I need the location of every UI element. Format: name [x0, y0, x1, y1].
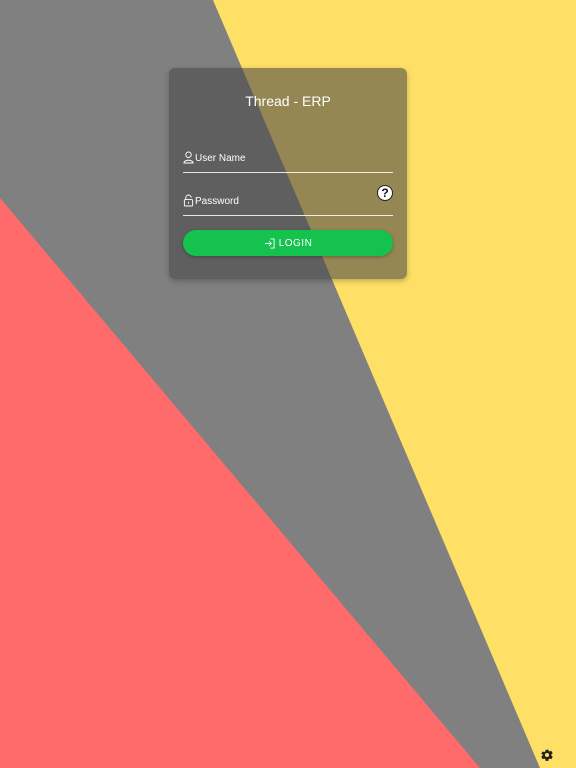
gear-icon[interactable] [540, 748, 554, 762]
lock-icon [183, 194, 194, 207]
login-button[interactable]: LOGIN [183, 230, 393, 256]
login-screen: Thread - ERP ? LOGIN [0, 0, 576, 768]
login-card: Thread - ERP ? LOGIN [169, 68, 407, 279]
user-icon [183, 151, 194, 164]
username-input[interactable] [195, 148, 375, 168]
password-field[interactable]: ? [183, 185, 393, 216]
app-title: Thread - ERP [245, 93, 331, 109]
password-input[interactable] [195, 191, 375, 211]
login-button-label: LOGIN [278, 237, 313, 249]
help-icon[interactable]: ? [377, 185, 393, 201]
username-field[interactable] [183, 146, 393, 173]
login-icon [264, 237, 275, 249]
